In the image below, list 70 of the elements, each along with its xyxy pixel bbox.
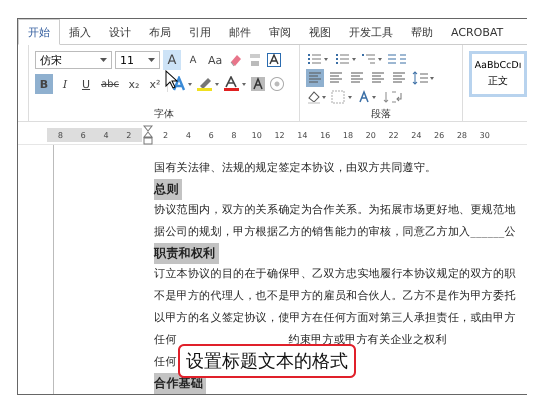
ribbon-tab[interactable]: 开发工具 [340,19,402,45]
font-color-icon[interactable] [222,76,247,92]
ruler-number: 24 [410,130,422,140]
ribbon-tab[interactable]: 引用 [180,19,220,45]
font-button[interactable]: A [184,50,202,70]
ribbon-tab[interactable]: 视图 [300,19,340,45]
align-button[interactable] [306,69,324,87]
font-button[interactable]: I [56,74,74,94]
list-buttons-drawing[interactable] [306,52,406,66]
ribbon-tab[interactable]: 邮件 [220,19,260,45]
ruler-number: 2 [162,130,170,140]
ribbon-tab[interactable]: ACROBAT [442,19,512,45]
font-button[interactable]: A [163,50,181,70]
ruler-number: 18 [342,130,354,140]
ruler-number: 2 [125,130,132,140]
ribbon-tab[interactable]: 帮助 [402,19,442,45]
font-button[interactable]: x² [146,74,164,94]
character-border-icon[interactable] [266,52,282,68]
body-text: 不是甲方的代理人，也不是甲方的雇员和合伙人。乙方不是作为甲方委托 [154,289,516,303]
font-name-field[interactable]: 仿宋 [35,51,112,69]
ruler-number: 12 [273,130,286,140]
indent-marker-icon[interactable] [143,125,154,145]
ribbon-tab[interactable]: 布局 [140,19,180,45]
ruler-number: 4 [184,130,192,140]
ribbon-tab[interactable]: 插入 [60,19,100,45]
style-name: 正文 [488,74,508,88]
ruler-number: 28 [456,130,468,140]
group-label: 段落 [370,109,392,121]
ruler-number: 30 [478,130,491,140]
character-shading-icon[interactable] [250,76,266,92]
line-spacing-icon[interactable] [411,70,435,86]
body-text: 协议范围内，双方的关系确定为合作关系。为拓展市场更好地、更规范地 [154,203,516,217]
section-heading: 职责和权利 [154,242,218,264]
body-text: 订立本协议的目的在于确保甲、乙双方忠实地履行本协议规定的双方的职 [154,267,516,281]
body-text: 任何 [154,355,177,369]
body-text: 任何 [154,333,177,347]
ruler-number: 16 [319,130,332,140]
ruler-number: 8 [56,130,64,140]
body-text: 国有关法律、法规的规定签定本协议，由双方共同遵守。 [154,161,436,175]
font-button[interactable]: x₂ [124,74,143,94]
style-sample: AaBbCcDı [474,60,522,71]
body-text: 约束甲方或甲方有关企业之权利 [288,333,447,347]
section-heading: 总则 [154,178,182,200]
ruler-number: 20 [364,130,377,140]
body-text: 以甲方的名义签定协议，使甲方在任何方面对第三人承担责任，或由甲方 [154,311,516,325]
ruler-number: 14 [296,130,308,140]
ruler-number: 26 [433,130,446,140]
body-text: 据公司的规划，甲方根据乙方的销售能力的审核，同意乙方加入______公 [154,225,516,239]
highlighter-icon[interactable] [196,76,220,92]
font-button[interactable]: U [77,74,95,94]
font-button[interactable]: Aa [205,50,226,70]
font-button[interactable]: B [35,74,53,94]
ruler-number: 8 [230,130,238,140]
font-size-field[interactable]: 11 [115,51,160,69]
ruler-number: 6 [80,130,87,140]
ribbon-tab[interactable]: 开始 [18,19,60,45]
ruler-number: 22 [387,130,400,140]
style-gallery-item[interactable]: AaBbCcDı 正文 [469,51,527,97]
mouse-cursor-icon [165,70,179,90]
text-effects-icon[interactable] [170,76,193,92]
ribbon-tab[interactable]: 设计 [100,19,140,45]
ruler-number: 10 [250,130,263,140]
caret-icon[interactable] [148,58,155,62]
ruler-number: 4 [102,130,110,140]
callout-label: 设置标题文本的格式 [178,344,356,378]
ribbon-tab[interactable]: 审阅 [260,19,300,45]
caret-icon[interactable] [100,58,107,62]
ruler-number: 6 [208,130,215,140]
font-button[interactable]: abc [98,74,122,94]
group-label: 字体 [153,109,175,121]
